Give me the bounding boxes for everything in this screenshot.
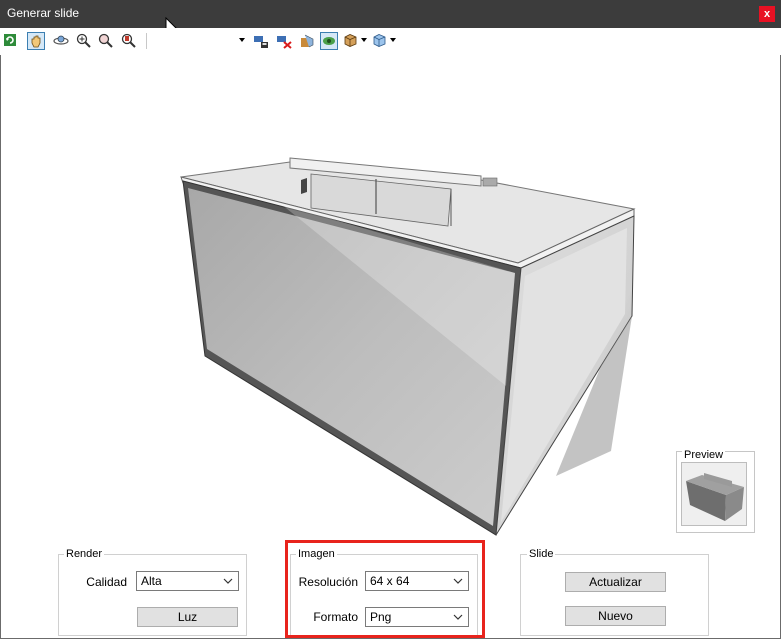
calidad-value: Alta: [141, 574, 162, 588]
highlight-box: [285, 540, 485, 638]
dropdown-arrow-icon[interactable]: [390, 38, 396, 42]
dropdown-arrow-icon[interactable]: [239, 38, 245, 42]
actualizar-button[interactable]: Actualizar: [565, 572, 666, 592]
zoom-icon[interactable]: [75, 32, 93, 50]
zoom-out-icon[interactable]: [120, 32, 138, 50]
preview-thumbnail: [681, 462, 747, 526]
luz-button[interactable]: Luz: [137, 607, 238, 627]
view-cube-icon[interactable]: [371, 32, 389, 50]
chevron-down-icon: [223, 578, 233, 584]
3d-viewport[interactable]: [1, 56, 780, 540]
calidad-label: Calidad: [86, 575, 127, 589]
window-title: Generar slide: [7, 6, 80, 20]
title-bar: Generar slide x: [0, 0, 781, 28]
furniture-icon[interactable]: [298, 32, 316, 50]
orbit-icon[interactable]: [52, 32, 70, 50]
toolbar-separator: [146, 33, 147, 49]
eye-icon[interactable]: [320, 32, 338, 50]
dropdown-arrow-icon[interactable]: [361, 38, 367, 42]
hand-pan-icon[interactable]: [27, 32, 45, 50]
cabinet-model: [180, 157, 636, 536]
render-label: Render: [64, 548, 105, 560]
camera-delete-icon[interactable]: [275, 32, 293, 50]
camera-save-icon[interactable]: [252, 32, 270, 50]
slide-label: Slide: [527, 548, 556, 560]
cube-icon[interactable]: [342, 32, 360, 50]
refresh-icon[interactable]: [2, 32, 20, 50]
close-button[interactable]: x: [759, 6, 775, 22]
calidad-select[interactable]: Alta: [136, 571, 239, 591]
zoom-in-icon[interactable]: [97, 32, 115, 50]
nuevo-button[interactable]: Nuevo: [565, 606, 666, 626]
preview-label: Preview: [682, 449, 726, 461]
